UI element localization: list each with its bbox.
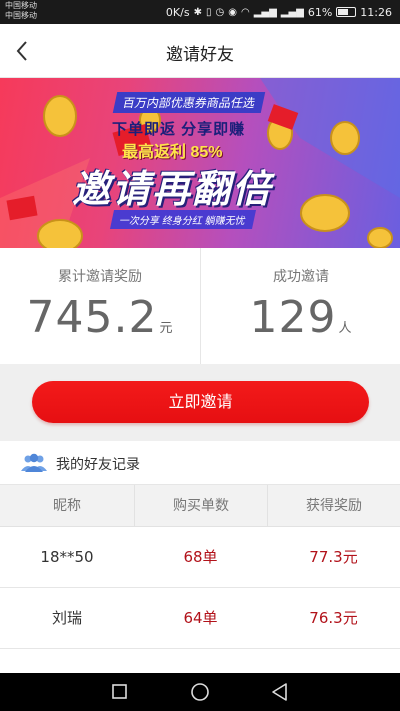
- cell-reward: 77.3元: [309, 548, 358, 566]
- back-triangle-icon: [272, 683, 287, 701]
- home-icon: [191, 683, 209, 701]
- carrier-labels: 中国移动 中国移动: [5, 1, 37, 21]
- recent-apps-button[interactable]: [90, 673, 150, 711]
- page-title: 邀请好友: [166, 45, 234, 65]
- network-speed: 0K/s: [165, 5, 190, 19]
- cell-nickname: 刘瑞: [51, 609, 82, 627]
- status-icons: 0K/s ✱ ▯ ◷ ◉ ◠ ▂▄▆ ▂▄▆ 61% 11:26: [166, 0, 392, 24]
- banner-headline: 邀请再翻倍: [72, 169, 273, 211]
- reward-unit: 元: [159, 321, 174, 336]
- reward-value-row: 745.2 元: [0, 292, 200, 343]
- reward-stat: 累计邀请奖励 745.2 元: [0, 248, 200, 364]
- invites-value-row: 129 人: [201, 292, 400, 343]
- friend-records-header: 我的好友记录: [0, 441, 400, 485]
- recent-apps-icon: [112, 684, 127, 699]
- system-nav-bar: [0, 673, 400, 711]
- invite-now-button[interactable]: 立即邀请: [32, 381, 369, 423]
- invites-stat: 成功邀请 129 人: [200, 248, 400, 364]
- table-row: 18**50 68单 77.3元: [0, 527, 400, 588]
- users-icon: [21, 453, 47, 472]
- wifi-icon: ◠: [240, 6, 250, 18]
- cell-orders: [134, 649, 267, 673]
- eye-icon: ◉: [228, 6, 237, 18]
- banner-subtitle: 一次分享 终身分红 躺赚无忧: [109, 210, 256, 229]
- invites-value: 129: [249, 292, 337, 343]
- signal-icon-2: ▂▄▆: [280, 6, 304, 18]
- cell-nickname: 18**50: [40, 548, 94, 566]
- promo-banner[interactable]: 百万内部优惠券商品任选 下单即返 分享即赚 最高返利 85% 邀请再翻倍 一次分…: [0, 78, 400, 248]
- clock: 11:26: [360, 5, 392, 19]
- table-header: 昵称 购买单数 获得奖励: [0, 485, 400, 527]
- carrier-2: 中国移动: [5, 11, 37, 20]
- reward-value: 745.2: [26, 292, 158, 343]
- banner-tag: 百万内部优惠券商品任选: [112, 92, 266, 113]
- cell-orders: 68单: [183, 548, 218, 566]
- reward-label: 累计邀请奖励: [58, 269, 142, 285]
- signal-icon: ▂▄▆: [253, 6, 277, 18]
- section-title: 我的好友记录: [56, 457, 140, 473]
- app-header: 邀请好友: [0, 24, 400, 78]
- battery-fill: [338, 9, 349, 15]
- vibrate-icon: ▯: [205, 6, 212, 18]
- cell-orders: 64单: [183, 609, 218, 627]
- column-header-orders: 购买单数: [134, 485, 267, 527]
- cell-reward: [267, 649, 400, 673]
- battery-icon: [336, 7, 357, 17]
- back-nav-button[interactable]: [250, 673, 310, 711]
- cell-nickname: [0, 649, 134, 673]
- cell-reward: 76.3元: [309, 609, 358, 627]
- battery-percent: 61%: [307, 5, 333, 19]
- friend-records-list[interactable]: 18**50 68单 77.3元 刘瑞 64单 76.3元: [0, 527, 400, 673]
- table-row: [0, 649, 400, 673]
- carrier-1: 中国移动: [5, 1, 37, 10]
- home-button[interactable]: [170, 673, 230, 711]
- column-header-nickname: 昵称: [53, 498, 81, 514]
- invites-unit: 人: [338, 321, 353, 336]
- invite-stats: 累计邀请奖励 745.2 元 成功邀请 129 人: [0, 248, 400, 364]
- column-header-reward: 获得奖励: [267, 485, 400, 527]
- status-bar: 中国移动 中国移动 0K/s ✱ ▯ ◷ ◉ ◠ ▂▄▆ ▂▄▆ 61% 11:…: [0, 0, 400, 24]
- table-row: 刘瑞 64单 76.3元: [0, 588, 400, 649]
- invites-label: 成功邀请: [273, 269, 329, 285]
- bluetooth-icon: ✱: [193, 6, 202, 18]
- banner-line1: 下单即返 分享即赚: [112, 121, 246, 138]
- alarm-icon: ◷: [215, 6, 225, 18]
